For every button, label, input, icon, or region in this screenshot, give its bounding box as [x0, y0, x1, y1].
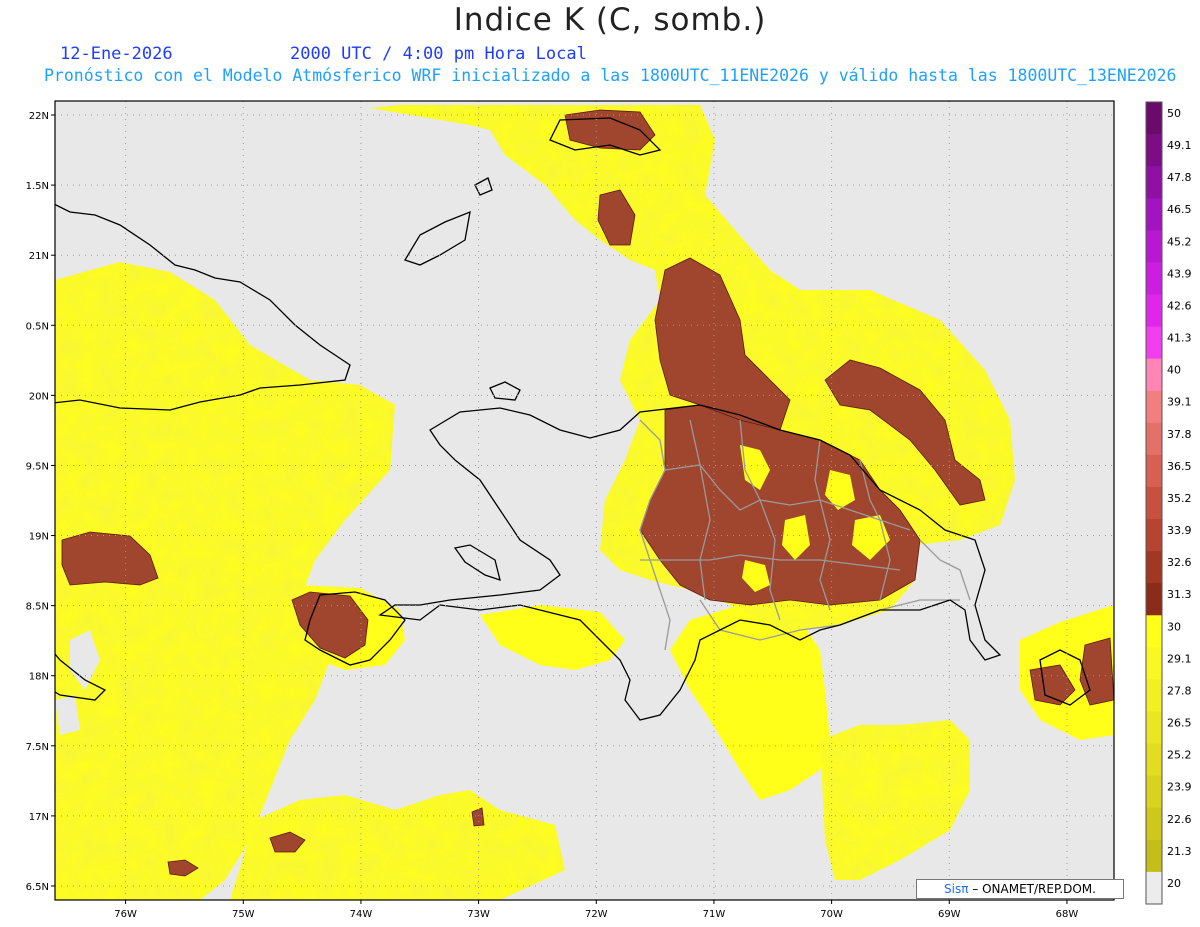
colorbar-swatch	[1146, 743, 1162, 777]
colorbar-label: 50	[1167, 107, 1181, 120]
colorbar-swatch	[1146, 486, 1162, 520]
colorbar-swatch	[1146, 422, 1162, 456]
colorbar-swatch	[1146, 583, 1162, 616]
colorbar-label: 36.5	[1167, 460, 1192, 473]
colorbar-label: 41.3	[1167, 332, 1192, 345]
colorbar-swatch	[1146, 230, 1162, 263]
colorbar-label: 31.3	[1167, 588, 1192, 601]
colorbar-swatch	[1146, 326, 1162, 360]
sis-logo-text: Sisπ	[944, 882, 969, 896]
lat-label: 6.5N	[26, 882, 49, 893]
colorbar-swatch	[1146, 839, 1162, 873]
lat-label: 22N	[29, 111, 49, 122]
colorbar-label: 29.1	[1167, 652, 1192, 665]
lon-label: 75W	[232, 909, 255, 920]
colorbar-label: 47.8	[1167, 171, 1192, 184]
lat-label: 20N	[29, 391, 49, 402]
colorbar-swatch	[1146, 679, 1162, 713]
colorbar-label: 22.6	[1167, 813, 1192, 826]
lat-label: 1.5N	[26, 181, 49, 192]
colorbar-swatch	[1146, 807, 1162, 841]
colorbar-swatch	[1146, 615, 1162, 648]
colorbar-label: 45.2	[1167, 235, 1192, 248]
colorbar-label: 32.6	[1167, 556, 1192, 569]
colorbar-swatch	[1146, 775, 1162, 809]
colorbar-label: 35.2	[1167, 492, 1192, 505]
colorbar-label: 46.5	[1167, 203, 1192, 216]
longitude-labels: 76W 75W 74W 73W 72W 71W 70W 69W 68W	[114, 900, 1078, 920]
lat-label: 7.5N	[26, 742, 49, 753]
colorbar: 50 49.1 47.8 46.5 45.2 43.9 42.6 41.3 40 39.1 37.8…	[1145, 101, 1192, 905]
lon-label: 72W	[585, 909, 608, 920]
colorbar-swatch	[1146, 390, 1162, 424]
lon-label: 71W	[703, 909, 726, 920]
lat-label: 17N	[29, 812, 49, 823]
colorbar-swatch	[1146, 871, 1162, 905]
colorbar-label: 37.8	[1167, 428, 1192, 441]
colorbar-swatch	[1146, 198, 1162, 231]
colorbar-label: 20	[1167, 877, 1181, 890]
colorbar-swatch	[1146, 134, 1162, 167]
credit-box: Sisπ – ONAMET/REP.DOM.	[916, 879, 1124, 899]
colorbar-swatch	[1146, 102, 1162, 135]
lat-label: 0.5N	[26, 321, 49, 332]
colorbar-label: 27.8	[1167, 684, 1192, 697]
latitude-labels: 22N 1.5N 21N 0.5N 20N 9.5N 19N 8.5N 18N 7.5N 17N 6.…	[26, 111, 55, 893]
lon-label: 74W	[350, 909, 373, 920]
colorbar-swatch	[1146, 711, 1162, 745]
credit-org: – ONAMET/REP.DOM.	[972, 882, 1096, 896]
colorbar-label: 39.1	[1167, 396, 1192, 409]
colorbar-swatch	[1146, 519, 1162, 552]
lon-label: 73W	[467, 909, 490, 920]
lon-label: 70W	[820, 909, 843, 920]
colorbar-swatch	[1146, 262, 1162, 295]
colorbar-label: 25.2	[1167, 749, 1192, 762]
colorbar-label: 33.9	[1167, 524, 1192, 537]
colorbar-swatch	[1146, 294, 1162, 328]
colorbar-label: 43.9	[1167, 267, 1192, 280]
colorbar-swatch	[1146, 454, 1162, 488]
colorbar-swatch	[1146, 551, 1162, 584]
colorbar-label: 49.1	[1167, 139, 1192, 152]
lon-label: 69W	[938, 909, 961, 920]
colorbar-label: 21.3	[1167, 845, 1192, 858]
colorbar-swatch	[1146, 358, 1162, 392]
lat-label: 18N	[29, 672, 49, 683]
lat-label: 9.5N	[26, 461, 49, 472]
colorbar-label: 26.5	[1167, 717, 1192, 730]
colorbar-label: 30	[1167, 620, 1181, 633]
lon-label: 76W	[114, 909, 137, 920]
colorbar-swatch	[1146, 166, 1162, 199]
colorbar-label: 40	[1167, 364, 1181, 377]
colorbar-label: 42.6	[1167, 299, 1192, 312]
colorbar-label: 23.9	[1167, 781, 1192, 794]
colorbar-swatch	[1146, 647, 1162, 680]
k-index-map: 22N 1.5N 21N 0.5N 20N 9.5N 19N 8.5N 18N 7.5N 17N 6.…	[26, 100, 1192, 920]
lon-label: 68W	[1056, 909, 1079, 920]
lat-label: 8.5N	[26, 602, 49, 613]
lat-label: 21N	[29, 251, 49, 262]
lat-label: 19N	[29, 532, 49, 543]
